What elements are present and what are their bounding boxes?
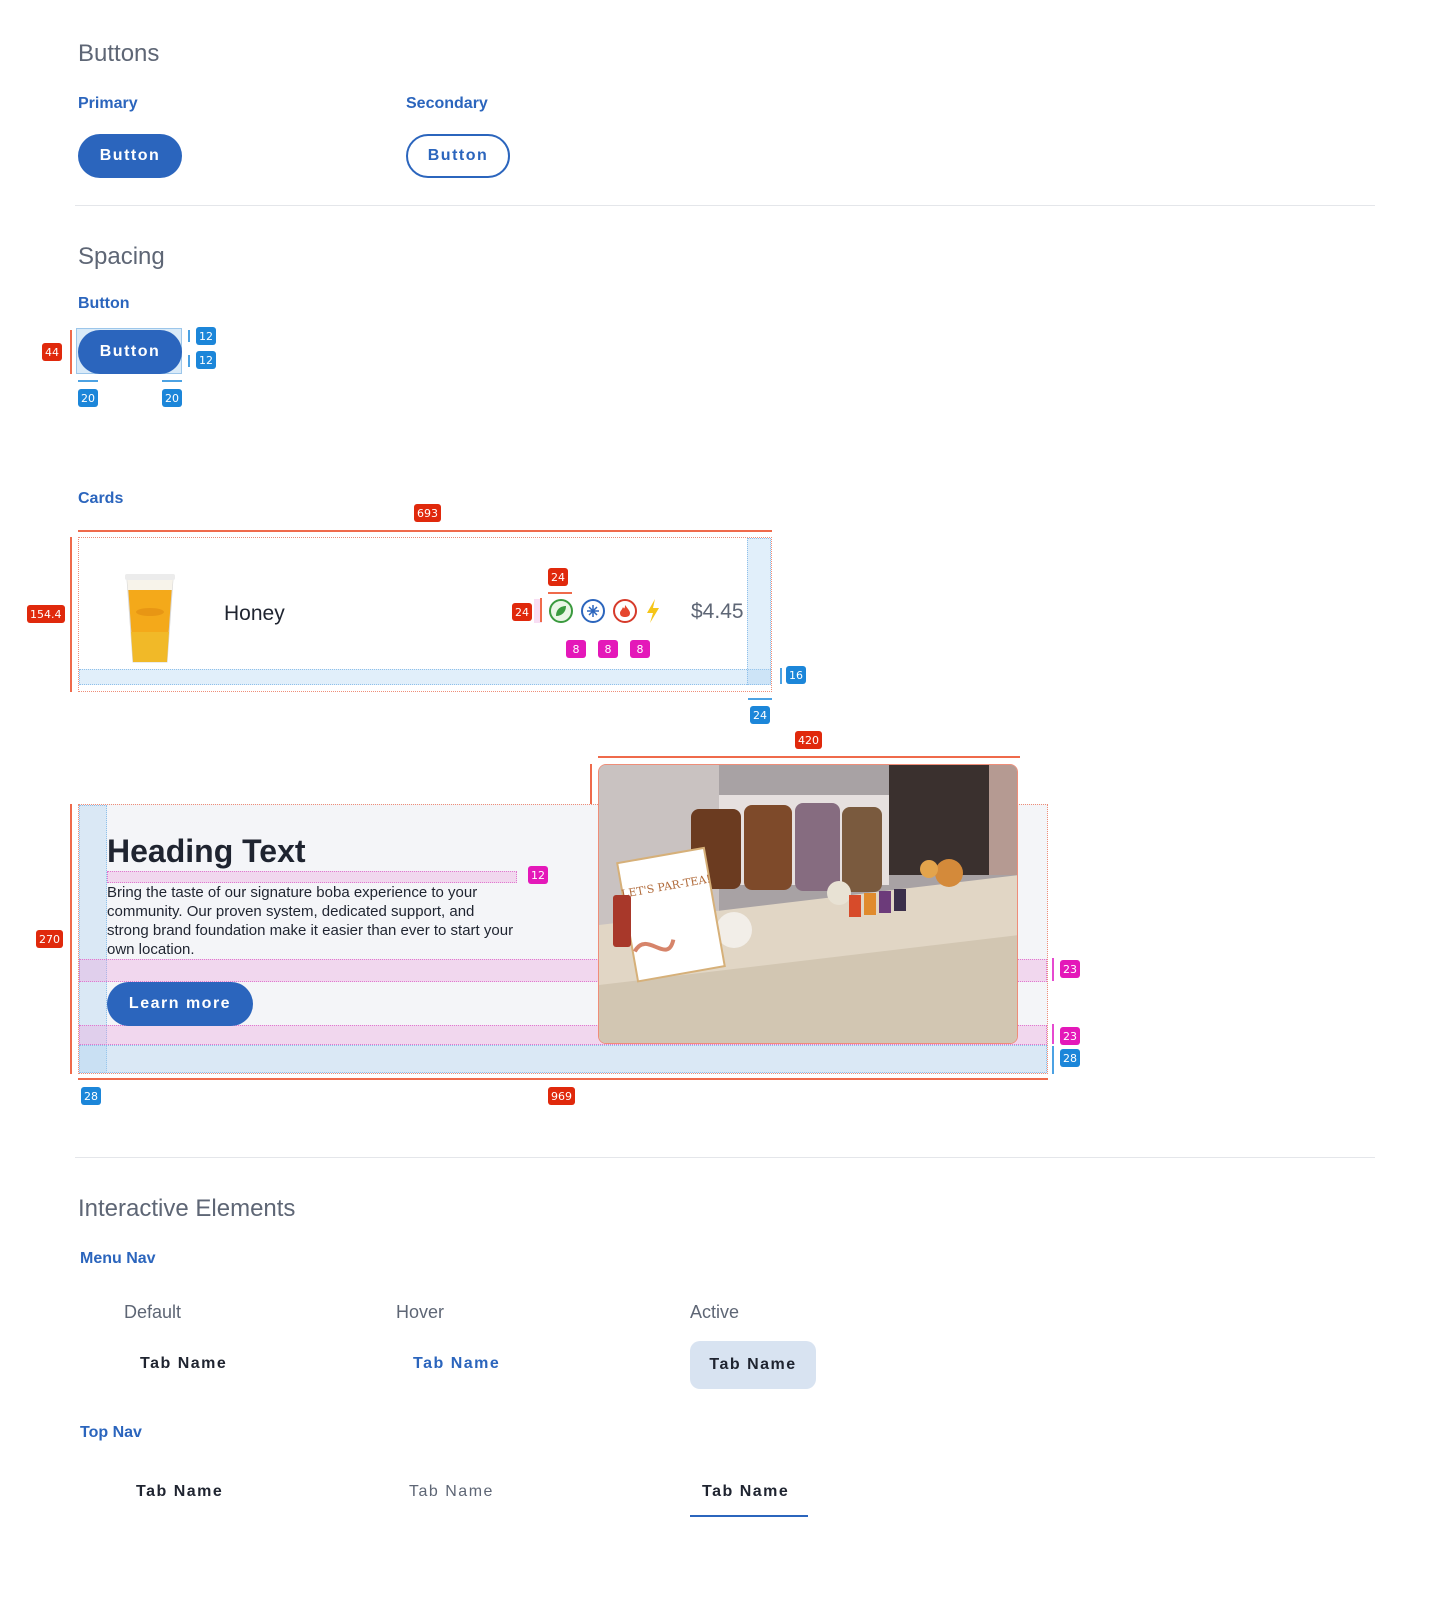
feature-card-width-line xyxy=(78,1078,1048,1080)
vegan-leaf-icon xyxy=(549,599,573,623)
feature-card-width-badge: 969 xyxy=(548,1087,575,1105)
icon-width-badge: 24 xyxy=(548,568,568,586)
product-card-height-badge: 154.4 xyxy=(27,605,65,623)
state-hover-label: Hover xyxy=(396,1302,445,1322)
feature-body-text: Bring the taste of our signature boba ex… xyxy=(107,884,514,958)
image-width-badge: 420 xyxy=(795,731,822,749)
feature-pad-bottom-badge: 28 xyxy=(1060,1049,1080,1067)
menu-nav-label: Menu Nav xyxy=(80,1250,156,1267)
card-pad-bottom-line xyxy=(780,668,782,684)
heading-gap-badge: 12 xyxy=(528,866,548,884)
pad-top-badge: 12 xyxy=(196,327,216,345)
pad-bottom-badge: 12 xyxy=(196,351,216,369)
interactive-section-title: Interactive Elements xyxy=(78,1195,296,1222)
spacing-button-label: Button xyxy=(78,295,130,312)
pad-bottom-line xyxy=(188,355,190,367)
learn-more-button[interactable]: Learn more xyxy=(107,982,253,1026)
feature-heading: Heading Text xyxy=(107,833,306,869)
icon-height-line xyxy=(540,598,542,622)
primary-label: Primary xyxy=(78,95,138,112)
state-active-label: Active xyxy=(690,1302,740,1322)
height-badge: 44 xyxy=(42,343,62,361)
feature-card-image: LET'S PAR-TEA! xyxy=(598,764,1018,1044)
card-pad-right-overlay xyxy=(747,538,771,685)
card-pad-right-line xyxy=(748,698,772,700)
product-card-height-line xyxy=(70,537,72,692)
section-divider-2 xyxy=(75,1157,1375,1158)
pad-top-line xyxy=(188,330,190,342)
feature-pad-bottom-overlay xyxy=(79,1045,1047,1073)
feature-card-height-badge: 270 xyxy=(36,930,63,948)
top-tab-active-underline xyxy=(690,1515,808,1517)
gap-button-line xyxy=(1052,1024,1054,1044)
product-card[interactable]: Honey $4.45 xyxy=(78,537,772,692)
product-price: $4.45 xyxy=(691,600,744,623)
menu-tab-default[interactable]: Tab Name xyxy=(140,1355,227,1373)
primary-button[interactable]: Button xyxy=(78,134,182,178)
menu-tab-hover[interactable]: Tab Name xyxy=(413,1355,500,1373)
product-name: Honey xyxy=(224,602,285,625)
flame-icon xyxy=(613,599,637,623)
top-tab-hover[interactable]: Tab Name xyxy=(409,1483,494,1501)
feature-pad-bottom-line xyxy=(1052,1046,1054,1074)
menu-tab-active[interactable]: Tab Name xyxy=(690,1341,816,1389)
image-width-line xyxy=(598,756,1020,758)
snowflake-icon xyxy=(581,599,605,623)
card-pad-right-badge: 24 xyxy=(750,706,770,724)
product-card-width-badge: 693 xyxy=(414,504,441,522)
top-tab-default[interactable]: Tab Name xyxy=(136,1483,223,1501)
honey-drink-image xyxy=(125,572,175,664)
lightning-icon xyxy=(645,599,661,623)
spacing-section-title: Spacing xyxy=(78,243,165,270)
feature-pad-left-badge: 28 xyxy=(81,1087,101,1105)
icon-gap3-badge: 8 xyxy=(630,640,650,658)
pad-left-badge: 20 xyxy=(78,389,98,407)
cards-label: Cards xyxy=(78,490,124,507)
icon-width-line xyxy=(548,592,572,594)
secondary-label: Secondary xyxy=(406,95,488,112)
secondary-button[interactable]: Button xyxy=(406,134,510,178)
pad-right-badge: 20 xyxy=(162,389,182,407)
card-pad-bottom-badge: 16 xyxy=(786,666,806,684)
top-tab-active[interactable]: Tab Name xyxy=(702,1483,789,1501)
product-card-width-line xyxy=(78,530,772,532)
spacing-sample-button[interactable]: Button xyxy=(78,330,182,374)
icon-gap1-badge: 8 xyxy=(566,640,586,658)
card-pad-bottom-overlay xyxy=(79,669,771,685)
section-divider xyxy=(75,205,1375,206)
gap-text-line xyxy=(1052,958,1054,981)
top-nav-label: Top Nav xyxy=(80,1424,142,1441)
icon-gap2-badge: 8 xyxy=(598,640,618,658)
heading-gap-overlay xyxy=(107,871,517,883)
state-default-label: Default xyxy=(124,1302,182,1322)
icon-height-badge: 24 xyxy=(512,603,532,621)
pad-right-line xyxy=(162,380,182,382)
pad-left-line xyxy=(78,380,98,382)
feature-card-height-line xyxy=(70,804,72,1074)
gap-button-badge: 23 xyxy=(1060,1027,1080,1045)
height-measure-line xyxy=(70,330,72,374)
buttons-section-title: Buttons xyxy=(78,40,160,67)
gap-text-badge: 23 xyxy=(1060,960,1080,978)
